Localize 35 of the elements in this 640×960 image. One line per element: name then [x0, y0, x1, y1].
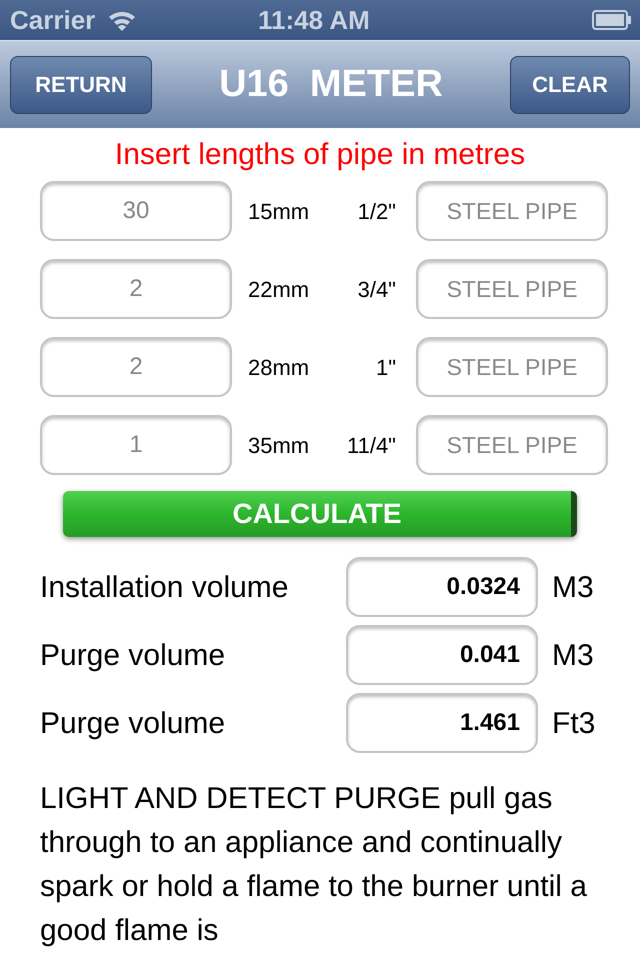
- calculate-button[interactable]: CALCULATE: [63, 491, 577, 537]
- pipe-size-label: 28mm: [248, 354, 310, 382]
- pipe-material-field[interactable]: STEEL PIPE: [416, 259, 608, 319]
- instruction-text: Insert lengths of pipe in metres: [114, 137, 526, 173]
- pipe-material-field[interactable]: STEEL PIPE: [416, 415, 608, 475]
- pipe-inch-label: 3/4": [356, 276, 396, 304]
- pipe-size-label: 35mm: [248, 432, 310, 460]
- length-field[interactable]: 1: [40, 415, 232, 475]
- result-label: Installation volume: [40, 570, 290, 606]
- battery-icon: [592, 10, 632, 30]
- length-field[interactable]: 2: [40, 259, 232, 319]
- length-field[interactable]: 2: [40, 337, 232, 397]
- result-label: Purge volume: [40, 638, 226, 674]
- screen-title: U16 METER: [219, 62, 443, 107]
- result-field[interactable]: 0.041: [346, 625, 538, 685]
- pipe-size-label: 22mm: [248, 276, 310, 304]
- wifi-icon: [107, 9, 138, 31]
- result-field[interactable]: 0.0324: [346, 557, 538, 617]
- clock-label: 11:48 AM: [258, 4, 370, 36]
- unit-label: M3: [552, 638, 594, 674]
- pipe-material-field[interactable]: STEEL PIPE: [416, 181, 608, 241]
- length-field[interactable]: 30: [40, 181, 232, 241]
- pipe-inch-label: 1": [374, 354, 396, 382]
- clear-button[interactable]: CLEAR: [510, 56, 630, 114]
- pipe-inch-label: 11/4": [346, 432, 396, 460]
- unit-label: Ft3: [552, 706, 596, 742]
- pipe-size-label: 15mm: [248, 198, 310, 226]
- instruction-paragraph: LIGHT AND DETECT PURGE pull gas through to an appliance and continually spark or hold a flame to the burner until a good flame is: [40, 781, 588, 949]
- return-button[interactable]: RETURN: [10, 56, 152, 114]
- result-label: Purge volume: [40, 706, 226, 742]
- result-field[interactable]: 1.461: [346, 693, 538, 753]
- carrier-label: Carrier: [10, 4, 96, 36]
- unit-label: M3: [552, 570, 594, 606]
- pipe-inch-label: 1/2": [356, 198, 396, 226]
- pipe-material-field[interactable]: STEEL PIPE: [416, 337, 608, 397]
